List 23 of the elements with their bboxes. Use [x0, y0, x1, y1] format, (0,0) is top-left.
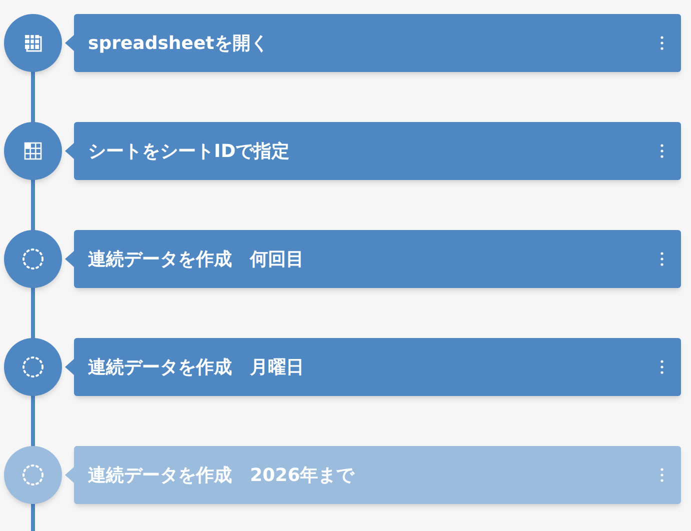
spreadsheet-icon — [23, 33, 43, 53]
more-menu-icon[interactable] — [660, 35, 664, 51]
more-menu-icon[interactable] — [660, 359, 664, 375]
dotted-circle-icon — [22, 248, 44, 270]
grid-icon — [24, 142, 42, 160]
dotted-circle-icon — [22, 464, 44, 486]
more-menu-icon[interactable] — [660, 143, 664, 159]
pointer-icon — [65, 251, 74, 267]
step-title: 連続データを作成 2026年まで — [88, 464, 356, 488]
step-title: spreadsheetを開く — [88, 32, 270, 56]
step-node[interactable] — [4, 338, 62, 396]
pointer-icon — [65, 143, 74, 159]
dotted-circle-icon — [22, 356, 44, 378]
step-node[interactable] — [4, 14, 62, 72]
pointer-icon — [65, 35, 74, 51]
pointer-icon — [65, 359, 74, 375]
step-title: 連続データを作成 月曜日 — [88, 356, 305, 380]
step-node[interactable] — [4, 122, 62, 180]
step-title: シートをシートIDで指定 — [88, 140, 291, 164]
step-title: 連続データを作成 何回目 — [88, 248, 305, 272]
more-menu-icon[interactable] — [660, 251, 664, 267]
step-node[interactable] — [4, 230, 62, 288]
pointer-icon — [65, 467, 74, 483]
